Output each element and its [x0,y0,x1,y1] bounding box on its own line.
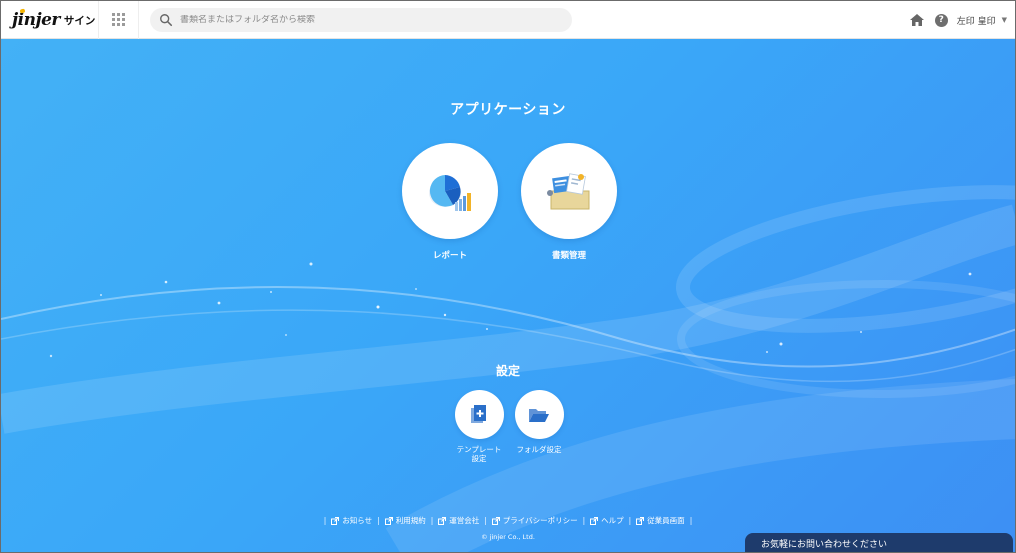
footer-separator: | [377,516,380,525]
external-link-icon [590,516,599,525]
settings-template-label-line1: テンプレート [456,445,502,454]
app-window: jinjer サイン ? 左印 皇印 ▼ [0,0,1016,553]
logo-text: jinjer [12,9,60,30]
logo[interactable]: jinjer サイン [1,1,99,39]
footer-link-help[interactable]: ヘルプ [590,515,624,526]
search-bar[interactable] [150,7,572,32]
home-icon[interactable] [909,13,925,27]
settings-template[interactable]: テンプレート 設定 [449,390,509,463]
footer-separator: | [484,516,487,525]
settings-heading: 設定 [495,364,520,378]
external-link-icon [384,516,393,525]
external-link-icon [491,516,500,525]
footer-link-privacy-label[interactable]: プライバシーポリシー [503,515,578,526]
app-report[interactable]: レポート [402,143,498,261]
settings-template-label: テンプレート 設定 [449,445,509,463]
applications-heading: アプリケーション [450,102,566,118]
chevron-down-icon[interactable]: ▼ [1002,16,1007,24]
contact-chat-button[interactable]: お気軽にお問い合わせください [745,533,1013,552]
footer-link-terms[interactable]: 利用規約 [384,515,426,526]
footer-separator: | [582,516,586,525]
footer-separator: | [323,516,327,525]
app-document-management[interactable]: 書類管理 [521,143,617,261]
help-icon[interactable]: ? [934,13,948,27]
settings-template-label-line2: 設定 [471,454,487,463]
logo-accent-mark [19,7,26,14]
app-switcher-button[interactable] [99,1,139,39]
main-content: アプリケーション レポート 書類管理 設定 テンプレート 設定 フォルダ設定 |… [1,39,1015,552]
app-document-circle[interactable] [521,143,617,239]
footer-link-privacy[interactable]: プライバシーポリシー [491,515,578,526]
footer-link-company[interactable]: 運営会社 [438,515,479,526]
header-actions: ? 左印 皇印 ▼ [909,1,1007,39]
folder-open-icon [529,408,549,422]
document-box-icon [547,173,590,210]
app-report-label: レポート [432,251,467,261]
settings-folder-label-line1: フォルダ設定 [516,445,562,454]
logo-product-name: サイン [63,15,96,27]
external-link-icon [636,516,645,525]
footer-link-terms-label[interactable]: 利用規約 [396,515,426,526]
footer-link-company-label[interactable]: 運営会社 [449,515,479,526]
search-icon [160,13,173,26]
pie-chart-icon [429,175,471,211]
footer-links: | お知らせ | 利用規約 | 運営会社 | プライバシーポリシー | ヘルプ … [1,515,1015,526]
grid-icon [112,13,125,26]
user-menu-name[interactable]: 左印 皇印 [957,14,996,27]
footer-link-employee[interactable]: 従業員画面 [636,515,685,526]
settings-folder[interactable]: フォルダ設定 [509,390,569,454]
footer-link-employee-label[interactable]: 従業員画面 [647,515,685,526]
app-report-circle[interactable] [402,143,498,239]
settings-folder-circle[interactable] [514,390,564,439]
footer-link-news[interactable]: お知らせ [331,515,372,526]
external-link-icon [331,516,340,525]
settings-folder-label: フォルダ設定 [509,445,569,454]
footer-separator: | [430,516,434,525]
footer-link-help-label[interactable]: ヘルプ [601,515,624,526]
contact-label[interactable]: お気軽にお問い合わせください [761,537,887,550]
external-link-icon [438,516,447,525]
footer-link-news-label[interactable]: お知らせ [342,515,372,526]
template-icon [471,404,486,423]
footer-separator: | [628,516,632,525]
footer-separator: | [689,516,693,525]
app-document-label: 書類管理 [551,251,586,261]
settings-template-circle[interactable] [454,390,504,439]
top-header: jinjer サイン ? 左印 皇印 ▼ [1,1,1015,39]
search-input[interactable] [180,14,560,25]
